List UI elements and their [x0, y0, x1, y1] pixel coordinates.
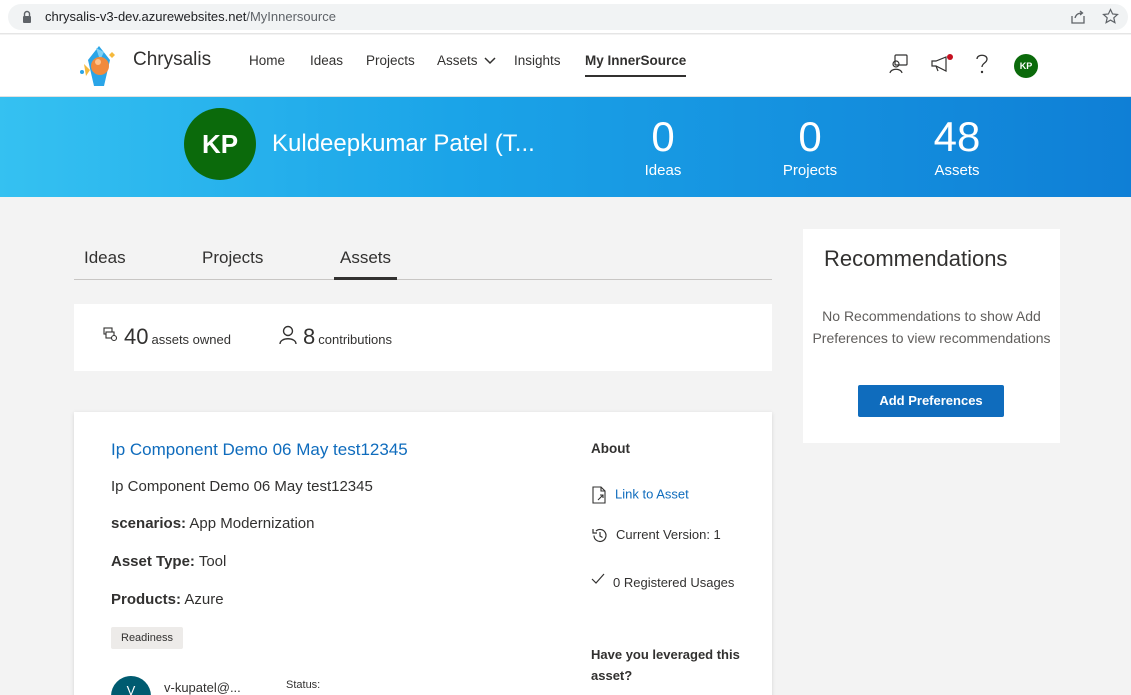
- help-icon[interactable]: [974, 53, 990, 75]
- contributions-count: 8: [303, 324, 316, 349]
- chrysalis-logo-icon[interactable]: [74, 40, 124, 92]
- registered-usages: 0 Registered Usages: [591, 573, 741, 593]
- assets-owned-count: 40: [124, 324, 149, 349]
- announcements-icon[interactable]: [930, 53, 954, 75]
- assets-summary-card: 40 assets owned 8 contributions: [74, 304, 772, 371]
- url-text[interactable]: chrysalis-v3-dev.azurewebsites.net/MyInn…: [45, 9, 336, 24]
- add-preferences-button[interactable]: Add Preferences: [858, 385, 1004, 417]
- tab-ideas[interactable]: Ideas: [84, 248, 126, 268]
- about-heading: About: [591, 441, 630, 456]
- assets-owned-summary: 40 assets owned: [102, 324, 231, 350]
- share-icon[interactable]: [1070, 9, 1086, 25]
- nav-projects[interactable]: Projects: [366, 53, 415, 68]
- stat-ideas-value: 0: [651, 113, 675, 160]
- recommendations-empty-message: No Recommendations to show Add Preferenc…: [812, 308, 1051, 346]
- profile-name: Kuldeepkumar Patel (T...: [272, 130, 535, 157]
- asset-title-link[interactable]: Ip Component Demo 06 May test12345: [111, 440, 408, 460]
- asset-products: Products: Azure: [111, 591, 224, 608]
- nav-home[interactable]: Home: [249, 53, 285, 68]
- current-version: Current Version: 1: [591, 527, 721, 544]
- stat-assets-label: Assets: [934, 162, 980, 179]
- stat-ideas-label: Ideas: [644, 162, 682, 179]
- asset-scenarios: scenarios: App Modernization: [111, 515, 315, 532]
- tab-projects[interactable]: Projects: [202, 248, 263, 268]
- top-nav: Chrysalis Home Ideas Projects Assets Ins…: [0, 35, 1131, 97]
- tab-assets[interactable]: Assets: [333, 248, 398, 280]
- stat-projects: 0 Projects: [765, 113, 855, 181]
- nav-insights[interactable]: Insights: [514, 53, 561, 68]
- feedback-icon[interactable]: [889, 53, 909, 75]
- document-link-icon: [592, 486, 606, 504]
- nav-my-innersource[interactable]: My InnerSource: [585, 53, 687, 77]
- content-tabs: Ideas Projects Assets: [74, 240, 772, 280]
- readiness-badge: Readiness: [111, 627, 183, 649]
- link-to-asset[interactable]: Link to Asset: [591, 486, 689, 504]
- browser-address-bar: chrysalis-v3-dev.azurewebsites.net/MyInn…: [0, 0, 1131, 34]
- bookmark-star-icon[interactable]: [1102, 8, 1119, 25]
- person-icon: [279, 325, 297, 345]
- user-avatar[interactable]: KP: [1014, 54, 1038, 78]
- assets-owned-icon: [103, 327, 118, 342]
- stat-projects-value: 0: [798, 113, 822, 160]
- status-label: Status:: [286, 679, 321, 691]
- chevron-down-icon: [483, 57, 496, 65]
- asset-description: Ip Component Demo 06 May test12345: [111, 478, 373, 495]
- brand-name[interactable]: Chrysalis: [133, 49, 211, 71]
- stat-assets-value: 48: [933, 113, 981, 160]
- recommendations-title: Recommendations: [824, 246, 1008, 271]
- nav-assets[interactable]: Assets: [437, 53, 496, 68]
- nav-ideas[interactable]: Ideas: [310, 53, 343, 68]
- stat-ideas: 0 Ideas: [618, 113, 708, 181]
- contributions-label: contributions: [318, 332, 392, 347]
- contributions-summary: 8 contributions: [278, 324, 392, 350]
- history-icon: [592, 528, 607, 543]
- owner-email: v-kupatel@...: [164, 680, 241, 695]
- lock-icon: [23, 10, 31, 23]
- owner-avatar: V: [111, 676, 151, 695]
- asset-type: Asset Type: Tool: [111, 553, 227, 570]
- stat-projects-label: Projects: [782, 162, 838, 179]
- profile-avatar: KP: [184, 108, 256, 180]
- checkmark-icon: [591, 573, 605, 584]
- profile-banner: KP Kuldeepkumar Patel (T... 0 Ideas 0 Pr…: [0, 97, 1131, 197]
- stat-assets: 48 Assets: [912, 113, 1002, 181]
- leverage-question: Have you leveraged this asset?: [591, 647, 740, 683]
- nav-assets-label: Assets: [437, 53, 478, 68]
- assets-owned-label: assets owned: [151, 332, 231, 347]
- asset-card: Ip Component Demo 06 May test12345 Ip Co…: [74, 412, 772, 695]
- recommendations-panel: Recommendations No Recommendations to sh…: [803, 229, 1060, 443]
